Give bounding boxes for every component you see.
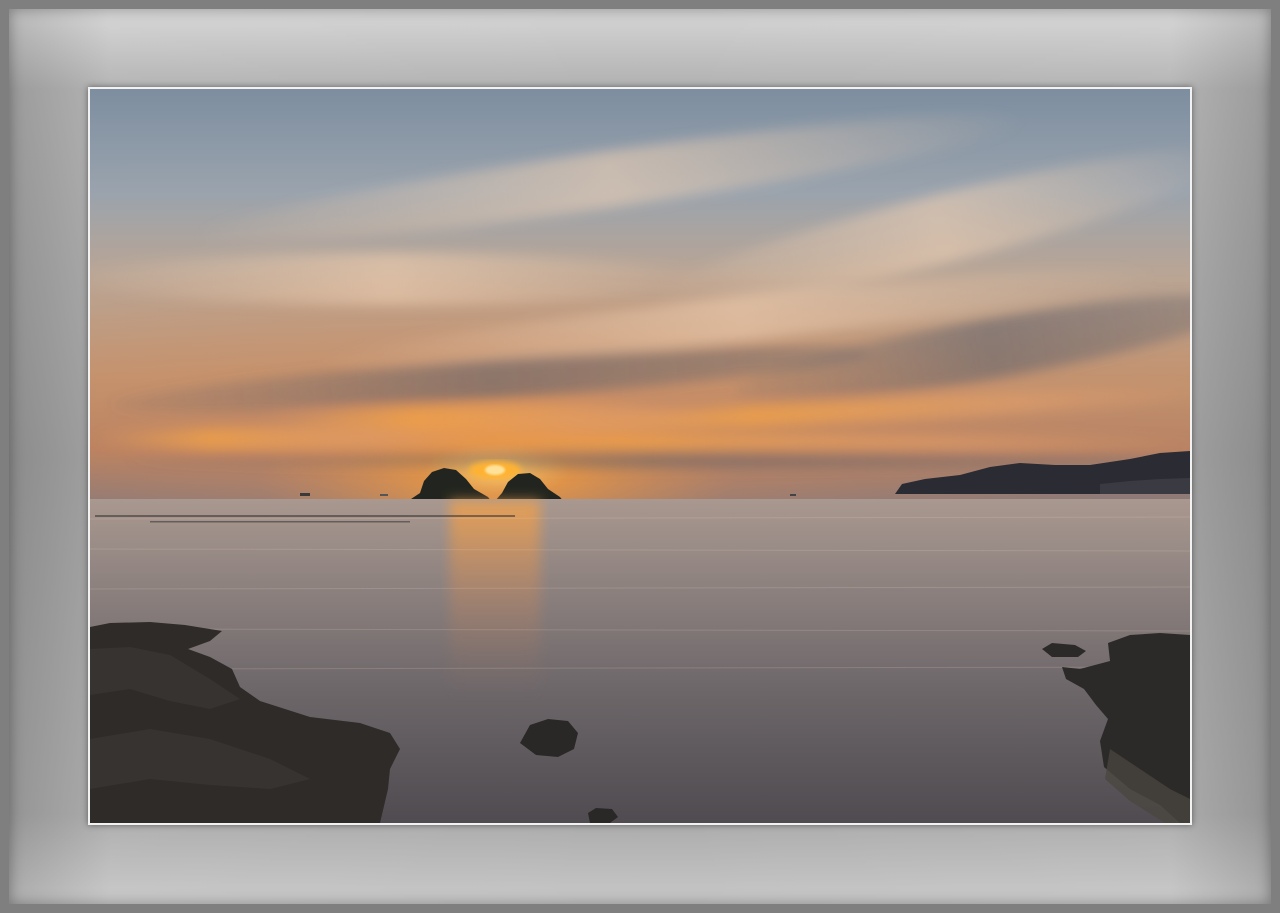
sunset-photo	[88, 87, 1192, 825]
sun-reflection	[450, 501, 540, 701]
picture-frame	[0, 0, 1280, 913]
